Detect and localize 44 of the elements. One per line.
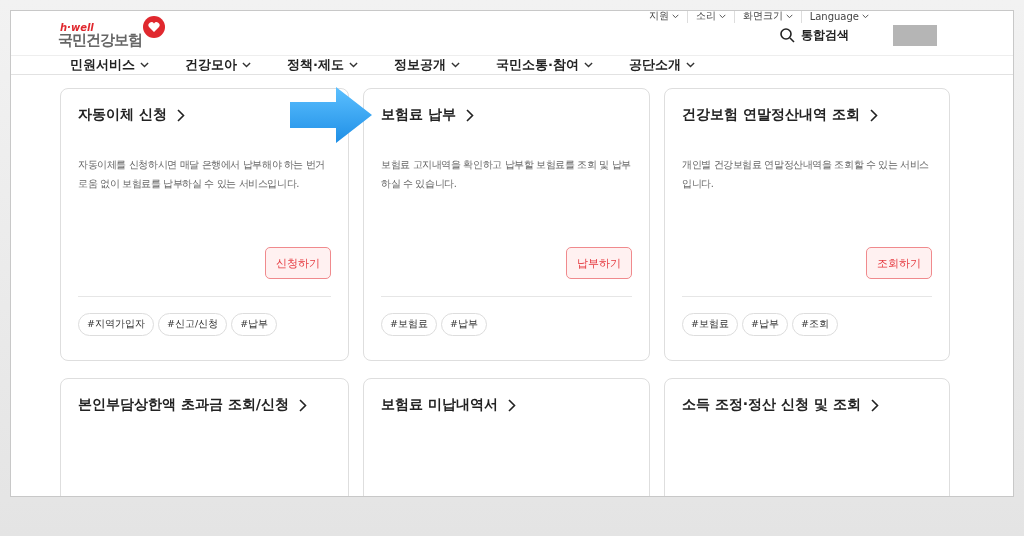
- action-button[interactable]: 신청하기: [265, 247, 331, 279]
- chevron-down-icon: [862, 13, 869, 19]
- card-description: 개인별 건강보험료 연말정산내역을 조회할 수 있는 서비스입니다.: [682, 158, 931, 191]
- chevron-right-icon: [298, 398, 307, 412]
- card-title[interactable]: 소득 조정·정산 신청 및 조회: [682, 395, 879, 415]
- chevron-right-icon: [465, 108, 474, 122]
- chevron-down-icon: [450, 62, 460, 68]
- chevron-down-icon: [718, 13, 726, 19]
- card-title[interactable]: 본인부담상한액 초과금 조회/신청: [78, 395, 307, 415]
- utility-link[interactable]: 지원: [640, 11, 687, 23]
- nav-menu-item[interactable]: 정보공개: [393, 56, 460, 74]
- chevron-down-icon: [348, 62, 358, 68]
- search-icon: [780, 28, 795, 43]
- logo-tagline: h·well: [60, 23, 95, 33]
- nav-menu-item[interactable]: 민원서비스: [70, 56, 149, 74]
- card-title[interactable]: 건강보험 연말정산내역 조회: [682, 105, 878, 125]
- chevron-right-icon: [869, 108, 878, 122]
- nav-menu-item[interactable]: 정책·제도: [287, 56, 358, 74]
- logo-name: 국민건강보험: [58, 33, 142, 48]
- nav-menu-item[interactable]: 국민소통·참여: [495, 56, 593, 74]
- blurred-block: [893, 25, 937, 46]
- card-title[interactable]: 자동이체 신청: [78, 105, 185, 125]
- search-link[interactable]: 통합검색: [780, 27, 849, 44]
- chevron-down-icon: [583, 62, 593, 68]
- chevron-down-icon: [140, 62, 149, 68]
- chevron-right-icon: [870, 398, 879, 412]
- action-button[interactable]: 조회하기: [866, 247, 932, 279]
- card-description: 보험료 고지내역을 확인하고 납부할 보험료를 조회 및 납부하실 수 있습니다.: [381, 158, 632, 191]
- chevron-right-icon: [176, 108, 185, 122]
- action-button[interactable]: 납부하기: [566, 247, 632, 279]
- utility-link[interactable]: 소리: [686, 11, 734, 23]
- chevron-down-icon: [685, 62, 695, 68]
- nav-menu-item[interactable]: 공단소개: [628, 56, 695, 74]
- nav-menu-item[interactable]: 건강모아: [185, 56, 251, 74]
- chevron-right-icon: [507, 398, 516, 412]
- chevron-down-icon: [785, 13, 793, 19]
- chevron-down-icon: [671, 13, 679, 19]
- utility-link[interactable]: Language: [800, 11, 877, 23]
- heart-logo-icon: [142, 15, 166, 39]
- card-title[interactable]: 보험료 납부: [381, 105, 474, 125]
- chevron-down-icon: [242, 62, 251, 68]
- card-title[interactable]: 보험료 미납내역서: [381, 395, 516, 415]
- utility-link[interactable]: 화면크기: [733, 11, 801, 23]
- card-description: 자동이체를 신청하시면 매달 은행에서 납부해야 하는 번거로움 없이 보험료를 납부하실 수 있는 서비스입니다.: [78, 158, 327, 191]
